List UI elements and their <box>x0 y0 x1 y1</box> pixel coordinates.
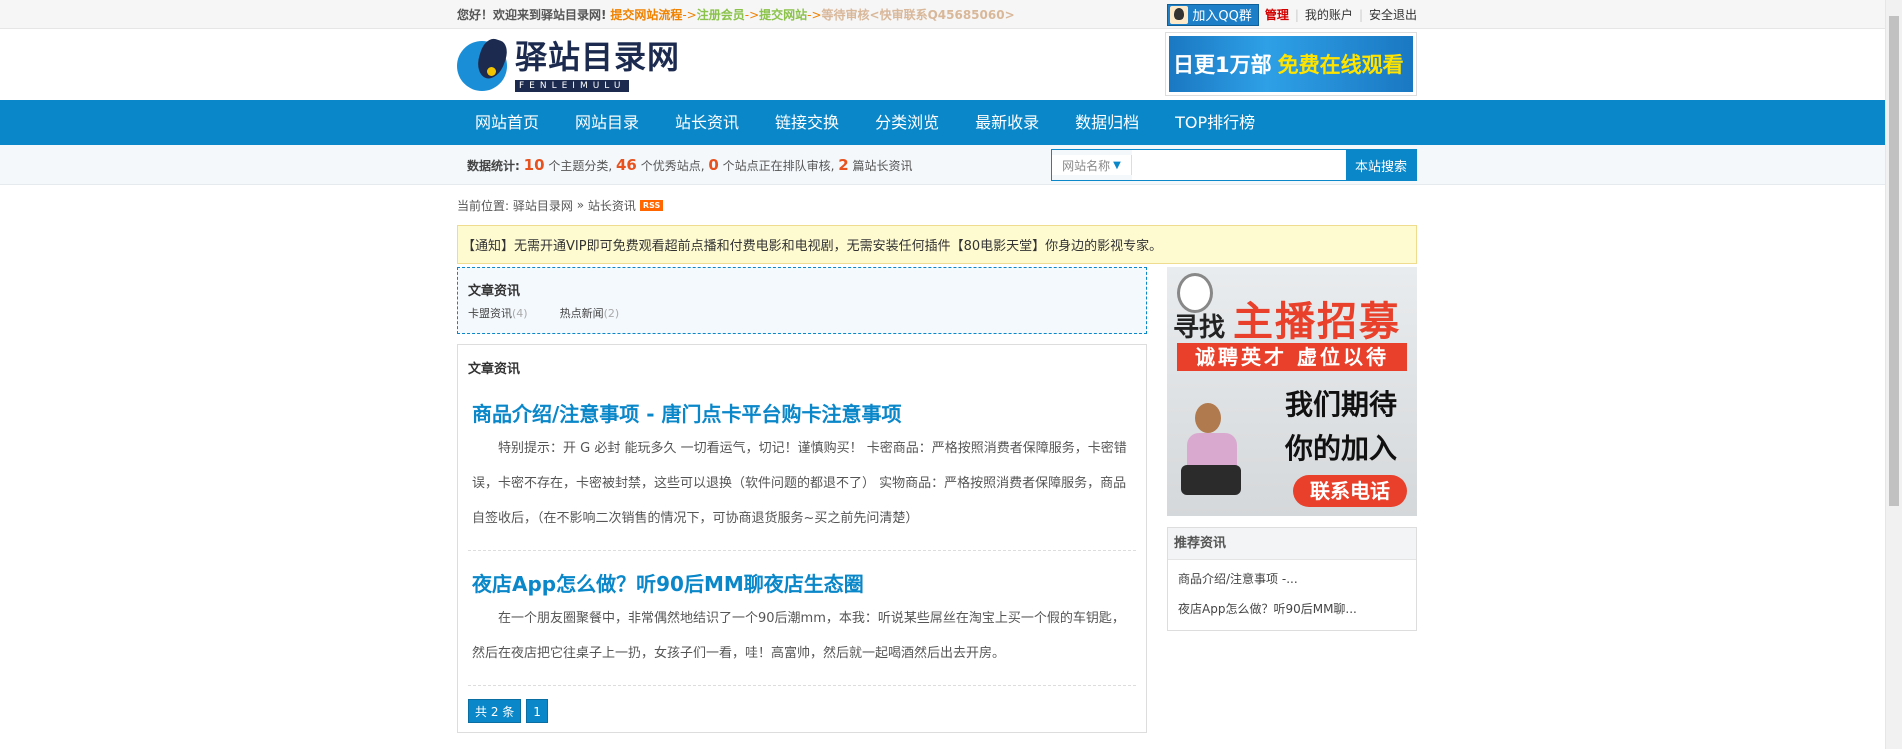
category-count: (4) <box>512 307 528 320</box>
pager-page-1[interactable]: 1 <box>526 699 548 723</box>
breadcrumb-separator: » <box>576 198 585 212</box>
recommended-title: 推荐资讯 <box>1168 528 1416 560</box>
step-register-link[interactable]: 注册会员 <box>697 8 745 22</box>
manage-link[interactable]: 管理 <box>1265 6 1289 23</box>
ad-text-2: 免费在线观看 <box>1277 53 1404 77</box>
article-summary: 特别提示：开 G 必封 能玩多久 一切看运气，切记！谨慎购买！ 卡密商品：严格按… <box>472 441 1127 526</box>
nav-latest[interactable]: 最新收录 <box>957 100 1057 145</box>
stats-label: 数据统计: <box>467 159 520 173</box>
page-scrollbar[interactable] <box>1885 0 1902 749</box>
breadcrumb-prefix: 当前位置: <box>457 198 510 213</box>
nav-browse-categories[interactable]: 分类浏览 <box>857 100 957 145</box>
divider: | <box>1358 7 1363 22</box>
list-item: 商品介绍/注意事项 - 唐门点卡平台购卡注意事项 特别提示：开 G 必封 能玩多… <box>468 391 1136 551</box>
search-form: 网站名称 ▼ 本站搜索 <box>1051 149 1417 181</box>
ad-text-1: 日更1万部 <box>1173 53 1272 77</box>
logo-title: 驿站目录网 <box>515 38 681 76</box>
chevron-down-icon: ▼ <box>1113 159 1121 171</box>
category-box: 文章资讯 卡盟资讯(4) 热点新闻(2) <box>457 267 1147 334</box>
welcome-text: 您好！欢迎来到驿站目录网! 提交网站流程->注册会员->提交网站->等待审核<快… <box>457 6 1015 23</box>
article-list-title: 文章资讯 <box>468 362 521 377</box>
recommended-link[interactable]: 商品介绍/注意事项 -... <box>1178 572 1298 586</box>
banner-main-text: 主播招募 <box>1233 299 1401 345</box>
nav-link-exchange[interactable]: 链接交换 <box>757 100 857 145</box>
stat-sites-text: 个优秀站点, <box>640 159 705 173</box>
search-input[interactable] <box>1132 150 1346 180</box>
step-arrow: -> <box>807 8 822 22</box>
join-qq-group-button[interactable]: 加入QQ群 <box>1167 3 1259 26</box>
list-item[interactable]: 夜店App怎么做？听90后MM聊... <box>1178 594 1406 624</box>
my-account-link[interactable]: 我的账户 <box>1305 6 1353 23</box>
category-link-label: 卡盟资讯 <box>468 307 512 320</box>
search-type-select[interactable]: 网站名称 ▼ <box>1052 155 1132 175</box>
welcome-message: 您好！欢迎来到驿站目录网! <box>457 8 607 22</box>
nav-archive[interactable]: 数据归档 <box>1057 100 1157 145</box>
notice-text: 【通知】无需开通VIP即可免费观看超前点播和付费电影和电视剧，无需安装任何插件【… <box>462 239 1163 254</box>
step-arrow: -> <box>682 8 697 22</box>
divider: | <box>1294 7 1299 22</box>
top-bar: 您好！欢迎来到驿站目录网! 提交网站流程->注册会员->提交网站->等待审核<快… <box>0 0 1902 29</box>
article-title-link[interactable]: 商品介绍/注意事项 - 唐门点卡平台购卡注意事项 <box>472 402 902 426</box>
scrollbar-thumb[interactable] <box>1889 16 1899 506</box>
step-await-review: 等待审核<快审联系Q45685060> <box>821 8 1015 22</box>
header: 驿站目录网 FENLEIMULU 日更1万部 免费在线观看 <box>0 29 1902 100</box>
category-link-kameng[interactable]: 卡盟资讯(4) <box>468 305 528 321</box>
recruit-banner[interactable]: 寻找 主播招募 诚聘英才 虚位以待 我们期待 你的加入 联系电话 <box>1167 267 1417 516</box>
list-item[interactable]: 商品介绍/注意事项 -... <box>1178 564 1406 594</box>
recommended-link[interactable]: 夜店App怎么做？听90后MM聊... <box>1178 602 1357 616</box>
nav-top-ranking[interactable]: TOP排行榜 <box>1157 100 1273 145</box>
stat-pending-count: 0 <box>708 156 719 174</box>
banner-join-text: 你的加入 <box>1285 432 1398 465</box>
stat-sites-count: 46 <box>616 156 637 174</box>
site-stats: 数据统计: 10 个主题分类, 46 个优秀站点, 0 个站点正在排队审核, 2… <box>457 156 913 174</box>
main-nav: 网站首页 网站目录 站长资讯 链接交换 分类浏览 最新收录 数据归档 TOP排行… <box>0 100 1902 145</box>
logo-subtitle: FENLEIMULU <box>515 80 630 92</box>
rss-icon[interactable]: RSS <box>639 199 664 211</box>
pagination: 共 2 条 1 <box>468 699 1136 723</box>
header-ad-banner[interactable]: 日更1万部 免费在线观看 <box>1165 32 1417 96</box>
step-submit-process-link[interactable]: 提交网站流程 <box>610 8 682 22</box>
banner-find-text: 寻找 <box>1173 313 1226 343</box>
stats-bar: 数据统计: 10 个主题分类, 46 个优秀站点, 0 个站点正在排队审核, 2… <box>0 145 1902 185</box>
logout-link[interactable]: 安全退出 <box>1369 6 1417 23</box>
search-type-value: 网站名称 <box>1062 158 1111 173</box>
nav-directory[interactable]: 网站目录 <box>557 100 657 145</box>
site-logo[interactable]: 驿站目录网 FENLEIMULU <box>457 35 681 93</box>
stat-pending-text: 个站点正在排队审核, <box>722 159 835 173</box>
nav-home[interactable]: 网站首页 <box>457 100 557 145</box>
breadcrumb-current: 站长资讯 <box>587 198 636 213</box>
banner-sub-text: 诚聘英才 虚位以待 <box>1177 343 1407 371</box>
breadcrumb-home-link[interactable]: 驿站目录网 <box>513 197 573 214</box>
pager-total: 共 2 条 <box>468 699 522 723</box>
article-list: 文章资讯 商品介绍/注意事项 - 唐门点卡平台购卡注意事项 特别提示：开 G 必… <box>457 344 1147 733</box>
breadcrumb: 当前位置: 驿站目录网 » 站长资讯 RSS <box>457 185 1417 225</box>
category-link-label: 热点新闻 <box>559 307 604 320</box>
category-link-hot-news[interactable]: 热点新闻(2) <box>560 305 620 321</box>
recommended-news: 推荐资讯 商品介绍/注意事项 -... 夜店App怎么做？听90后MM聊... <box>1167 527 1417 631</box>
top-links: 加入QQ群 管理 | 我的账户 | 安全退出 <box>1167 3 1417 26</box>
notice-bar: 【通知】无需开通VIP即可免费观看超前点播和付费电影和电视剧，无需安装任何插件【… <box>457 225 1417 264</box>
nav-webmaster-news[interactable]: 站长资讯 <box>657 100 757 145</box>
office-person-illustration <box>1173 395 1263 505</box>
article-summary: 在一个朋友圈聚餐中，非常偶然地结识了一个90后潮mm，本我：听说某些屌丝在淘宝上… <box>472 611 1125 661</box>
search-button[interactable]: 本站搜索 <box>1346 150 1416 180</box>
logo-mark-icon <box>457 35 511 93</box>
banner-contact-button: 联系电话 <box>1293 475 1407 507</box>
list-item: 夜店App怎么做？听90后MM聊夜店生态圈 在一个朋友圈聚餐中，非常偶然地结识了… <box>468 561 1136 686</box>
category-count: (2) <box>603 307 620 320</box>
stat-articles-text: 篇站长资讯 <box>852 159 913 173</box>
banner-wait-text: 我们期待 <box>1285 388 1398 421</box>
category-box-title: 文章资讯 <box>468 284 521 299</box>
step-arrow: -> <box>744 8 760 22</box>
step-submit-site-link[interactable]: 提交网站 <box>759 8 807 22</box>
join-qq-group-label: 加入QQ群 <box>1192 9 1252 24</box>
stat-articles-count: 2 <box>838 156 849 174</box>
qq-penguin-icon <box>1170 5 1189 24</box>
stat-categories-count: 10 <box>523 156 545 174</box>
stat-categories-text: 个主题分类, <box>548 159 613 173</box>
article-title-link[interactable]: 夜店App怎么做？听90后MM聊夜店生态圈 <box>472 572 864 596</box>
